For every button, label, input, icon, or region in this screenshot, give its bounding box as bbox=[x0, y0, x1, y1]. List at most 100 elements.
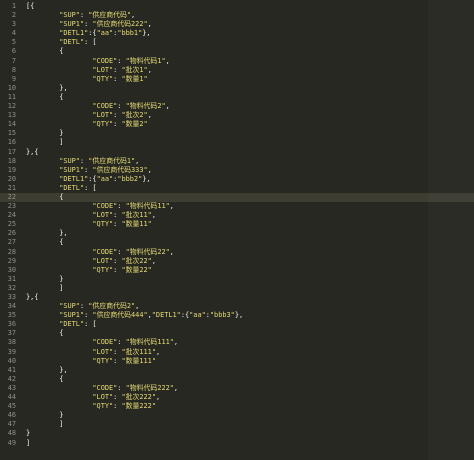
string-token: "QTY" bbox=[92, 120, 114, 129]
line-number: 2 bbox=[11, 11, 16, 20]
line-number: 36 bbox=[7, 320, 16, 329]
line-number: 42 bbox=[7, 374, 16, 383]
string-token: "数量11" bbox=[121, 220, 152, 229]
line-number: 41 bbox=[7, 365, 16, 374]
code-line[interactable]: 35 "SUP1": "供应商代码444","DETL1":{"aa":"bbb… bbox=[0, 311, 474, 320]
code-line[interactable]: 9 "QTY": "数量1" bbox=[0, 75, 474, 84]
code-line[interactable]: 18 "SUP": "供应商代码1", bbox=[0, 157, 474, 166]
code-line[interactable]: 38 "CODE": "物料代码111", bbox=[0, 338, 474, 347]
punctuation-token bbox=[26, 75, 92, 83]
code-line[interactable]: 49] bbox=[0, 439, 474, 448]
code-line[interactable]: 40 "QTY": "数量111" bbox=[0, 357, 474, 366]
line-number: 17 bbox=[7, 147, 16, 156]
code-line[interactable]: 47 ] bbox=[0, 420, 474, 429]
code-line[interactable]: 43 "CODE": "物料代码222", bbox=[0, 384, 474, 393]
string-token: "批次22" bbox=[121, 256, 152, 265]
code-line[interactable]: 46 } bbox=[0, 411, 474, 420]
punctuation-token: : bbox=[117, 383, 126, 392]
line-number: 31 bbox=[7, 274, 16, 283]
string-token: "物料代码111" bbox=[125, 338, 174, 347]
line-code: { bbox=[26, 375, 63, 384]
code-line[interactable]: 27 { bbox=[0, 238, 474, 247]
code-line[interactable]: 41 }, bbox=[0, 366, 474, 375]
punctuation-token: }, bbox=[142, 29, 151, 38]
code-line[interactable]: 4 "DETL1":{"aa":"bbb1"}, bbox=[0, 29, 474, 38]
line-number: 29 bbox=[7, 256, 16, 265]
line-code: },{ bbox=[26, 148, 38, 157]
line-code: "SUP": "供应商代码1", bbox=[26, 157, 139, 166]
code-line[interactable]: 28 "CODE": "物料代码22", bbox=[0, 248, 474, 257]
minimap[interactable] bbox=[428, 0, 474, 460]
code-line[interactable]: 16 ] bbox=[0, 138, 474, 147]
punctuation-token: ] bbox=[26, 438, 31, 447]
line-code: "SUP1": "供应商代码333", bbox=[26, 166, 152, 175]
string-token: "批次2" bbox=[121, 111, 148, 120]
code-line[interactable]: 24 "LOT": "批次11", bbox=[0, 211, 474, 220]
punctuation-token bbox=[26, 111, 92, 119]
code-line[interactable]: 17 },{ bbox=[0, 148, 474, 157]
code-line[interactable]: 39 "LOT": "批次111", bbox=[0, 348, 474, 357]
code-line[interactable]: 15 } bbox=[0, 129, 474, 138]
string-token: "DETL" bbox=[59, 38, 85, 47]
punctuation-token: :{ bbox=[180, 311, 190, 320]
punctuation-token: : [ bbox=[84, 183, 97, 192]
punctuation-token: , bbox=[173, 338, 179, 347]
punctuation-token: : [ bbox=[84, 320, 97, 329]
line-code: { bbox=[26, 47, 63, 56]
code-line[interactable]: 34 "SUP": "供应商代码2", bbox=[0, 302, 474, 311]
code-line[interactable]: 22 { bbox=[0, 192, 474, 203]
code-line[interactable]: 48} bbox=[0, 429, 474, 438]
code-line[interactable]: 20 "DETL1":{"aa":"bbb2"}, bbox=[0, 175, 474, 184]
punctuation-token: , bbox=[147, 111, 152, 120]
line-code: "LOT": "批次22", bbox=[26, 257, 156, 266]
code-line[interactable]: 26 }, bbox=[0, 229, 474, 238]
code-line[interactable]: 10 }, bbox=[0, 84, 474, 93]
line-number: 34 bbox=[7, 302, 16, 311]
line-number: 3 bbox=[11, 20, 16, 29]
code-line[interactable]: 19 "SUP1": "供应商代码333", bbox=[0, 166, 474, 175]
line-code: "CODE": "物料代码11", bbox=[26, 202, 174, 211]
line-code: "QTY": "数量222" bbox=[26, 402, 156, 411]
string-token: "CODE" bbox=[92, 56, 118, 65]
code-line[interactable]: 7 "CODE": "物料代码1", bbox=[0, 57, 474, 66]
string-token: "批次222" bbox=[121, 393, 156, 402]
code-lines[interactable]: 1[{2 "SUP": "供应商代码", 3 "SUP1": "供应商代码222"… bbox=[0, 2, 474, 448]
code-line[interactable]: 3 "SUP1": "供应商代码222", bbox=[0, 20, 474, 29]
code-line[interactable]: 11 { bbox=[0, 93, 474, 102]
code-line[interactable]: 6 { bbox=[0, 47, 474, 56]
line-number: 35 bbox=[7, 311, 16, 320]
code-line[interactable]: 25 "QTY": "数量11" bbox=[0, 220, 474, 229]
string-token: "QTY" bbox=[92, 220, 114, 229]
code-line[interactable]: 36 "DETL": [ bbox=[0, 320, 474, 329]
code-line[interactable]: 33},{ bbox=[0, 293, 474, 302]
code-line[interactable]: 31 } bbox=[0, 275, 474, 284]
code-line[interactable]: 29 "LOT": "批次22", bbox=[0, 257, 474, 266]
code-line[interactable]: 1 [{ bbox=[0, 2, 474, 11]
code-line[interactable]: 44 "LOT": "批次222", bbox=[0, 393, 474, 402]
code-line[interactable]: 12 "CODE": "物料代码2", bbox=[0, 102, 474, 111]
punctuation-token bbox=[26, 384, 92, 392]
line-code: "CODE": "物料代码22", bbox=[26, 248, 174, 257]
code-line[interactable]: 21 "DETL": [ bbox=[0, 184, 474, 193]
punctuation-token: }, bbox=[26, 229, 68, 238]
punctuation-token: , bbox=[151, 256, 156, 265]
line-code: }, bbox=[26, 84, 67, 93]
string-token: "bbb2" bbox=[117, 174, 143, 183]
code-line[interactable]: 13 "LOT": "批次2", bbox=[0, 111, 474, 120]
line-number: 16 bbox=[7, 138, 16, 147]
code-line[interactable]: 5 "DETL": [ bbox=[0, 38, 474, 47]
code-editor[interactable]: 1[{2 "SUP": "供应商代码", 3 "SUP1": "供应商代码222"… bbox=[0, 0, 474, 460]
punctuation-token: :{ bbox=[88, 29, 97, 38]
code-line[interactable]: 23 "CODE": "物料代码11", bbox=[0, 202, 474, 211]
line-code: "DETL1":{"aa":"bbb2"}, bbox=[26, 174, 150, 184]
punctuation-token bbox=[26, 102, 92, 110]
code-line[interactable]: 45 "QTY": "数量222" bbox=[0, 402, 474, 411]
code-line[interactable]: 42 { bbox=[0, 375, 474, 384]
punctuation-token bbox=[26, 320, 59, 328]
punctuation-token bbox=[26, 338, 92, 346]
code-line[interactable]: 8 "LOT": "批次1", bbox=[0, 66, 474, 75]
code-line[interactable]: 32 ] bbox=[0, 284, 474, 293]
code-line[interactable]: 30 "QTY": "数量22" bbox=[0, 266, 474, 275]
code-line[interactable]: 2 "SUP": "供应商代码", bbox=[0, 11, 474, 20]
code-line[interactable]: 14 "QTY": "数量2" bbox=[0, 120, 474, 129]
